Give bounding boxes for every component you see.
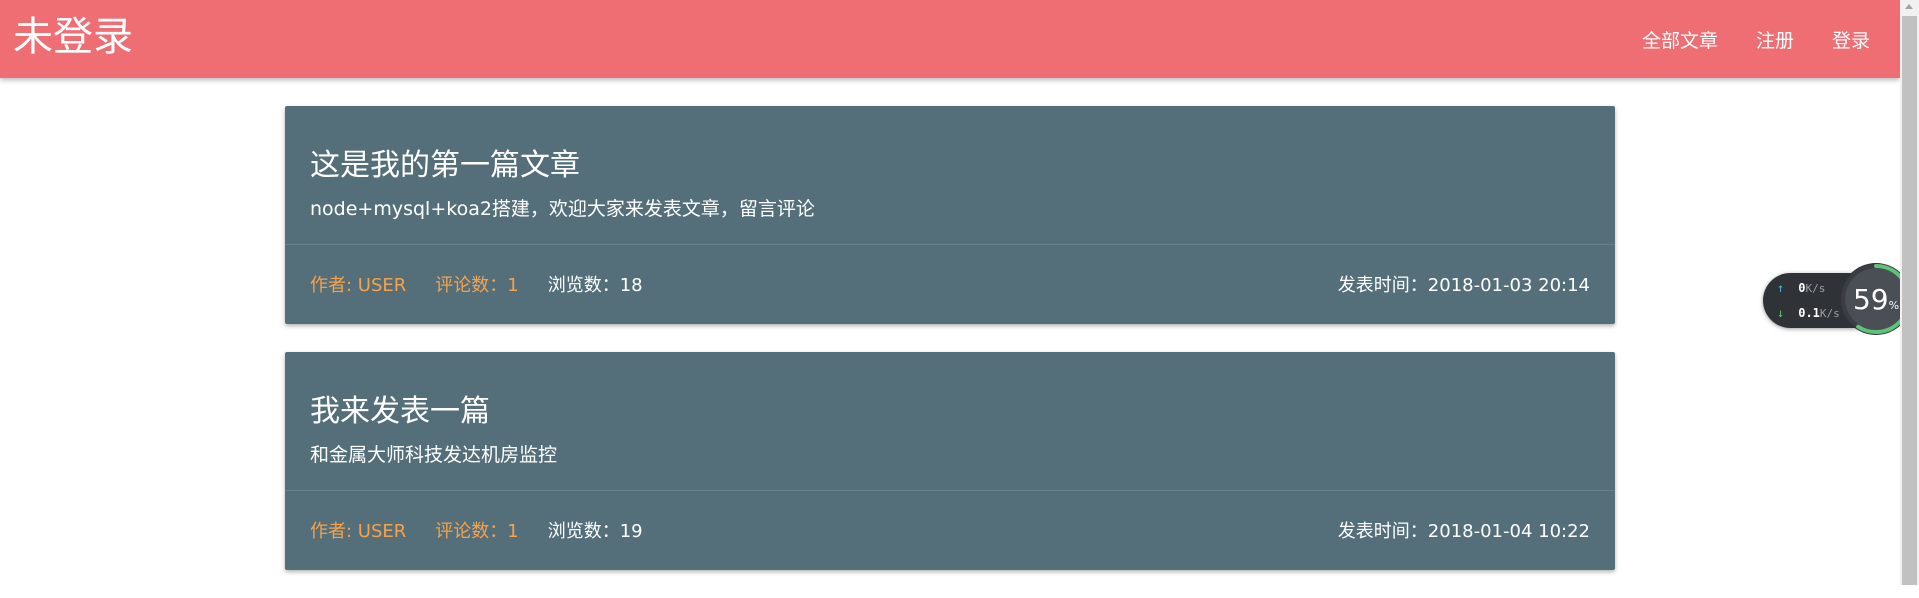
article-publish-time: 发表时间：2018-01-03 20:14 — [1337, 275, 1590, 296]
article-author: 作者: USER — [310, 275, 407, 296]
nav-login-link[interactable]: 登录 — [1832, 26, 1870, 53]
upload-arrow-icon: ↑ — [1777, 281, 1785, 295]
article-title[interactable]: 这是我的第一篇文章 — [310, 140, 580, 184]
vertical-scrollbar[interactable] — [1900, 0, 1919, 585]
article-author: 作者: USER — [310, 521, 407, 542]
article-list: 这是我的第一篇文章 node+mysql+koa2搭建，欢迎大家来发表文章，留言… — [285, 106, 1615, 598]
article-card[interactable]: 这是我的第一篇文章 node+mysql+koa2搭建，欢迎大家来发表文章，留言… — [285, 106, 1615, 324]
top-navbar: 未登录 全部文章 注册 登录 — [0, 0, 1900, 78]
article-comment-count: 评论数：1 — [435, 275, 519, 296]
article-comment-count: 评论数：1 — [435, 521, 519, 542]
upload-speed: ↑ 0K/s — [1777, 281, 1826, 295]
brand-title[interactable]: 未登录 — [13, 10, 133, 65]
article-description: node+mysql+koa2搭建，欢迎大家来发表文章，留言评论 — [310, 198, 815, 220]
article-publish-time: 发表时间：2018-01-04 10:22 — [1337, 521, 1590, 542]
article-meta: 作者: USER 评论数：1 浏览数：19 发表时间：2018-01-04 10… — [310, 490, 1590, 570]
nav-register-link[interactable]: 注册 — [1756, 26, 1794, 53]
nav-all-articles-link[interactable]: 全部文章 — [1642, 26, 1718, 53]
scrollbar-thumb[interactable] — [1902, 16, 1917, 585]
article-meta: 作者: USER 评论数：1 浏览数：18 发表时间：2018-01-03 20… — [310, 244, 1590, 324]
download-speed: ↓ 0.1K/s — [1777, 306, 1840, 320]
nav-links: 全部文章 注册 登录 — [1604, 0, 1870, 78]
article-view-count: 浏览数：19 — [547, 521, 643, 542]
article-description: 和金属大师科技发达机房监控 — [310, 444, 558, 466]
scroll-up-arrow-icon[interactable] — [1905, 4, 1913, 9]
article-view-count: 浏览数：18 — [547, 275, 643, 296]
article-title[interactable]: 我来发表一篇 — [310, 386, 490, 430]
article-card[interactable]: 我来发表一篇 和金属大师科技发达机房监控 作者: USER 评论数：1 浏览数：… — [285, 352, 1615, 570]
download-arrow-icon: ↓ — [1777, 306, 1785, 320]
